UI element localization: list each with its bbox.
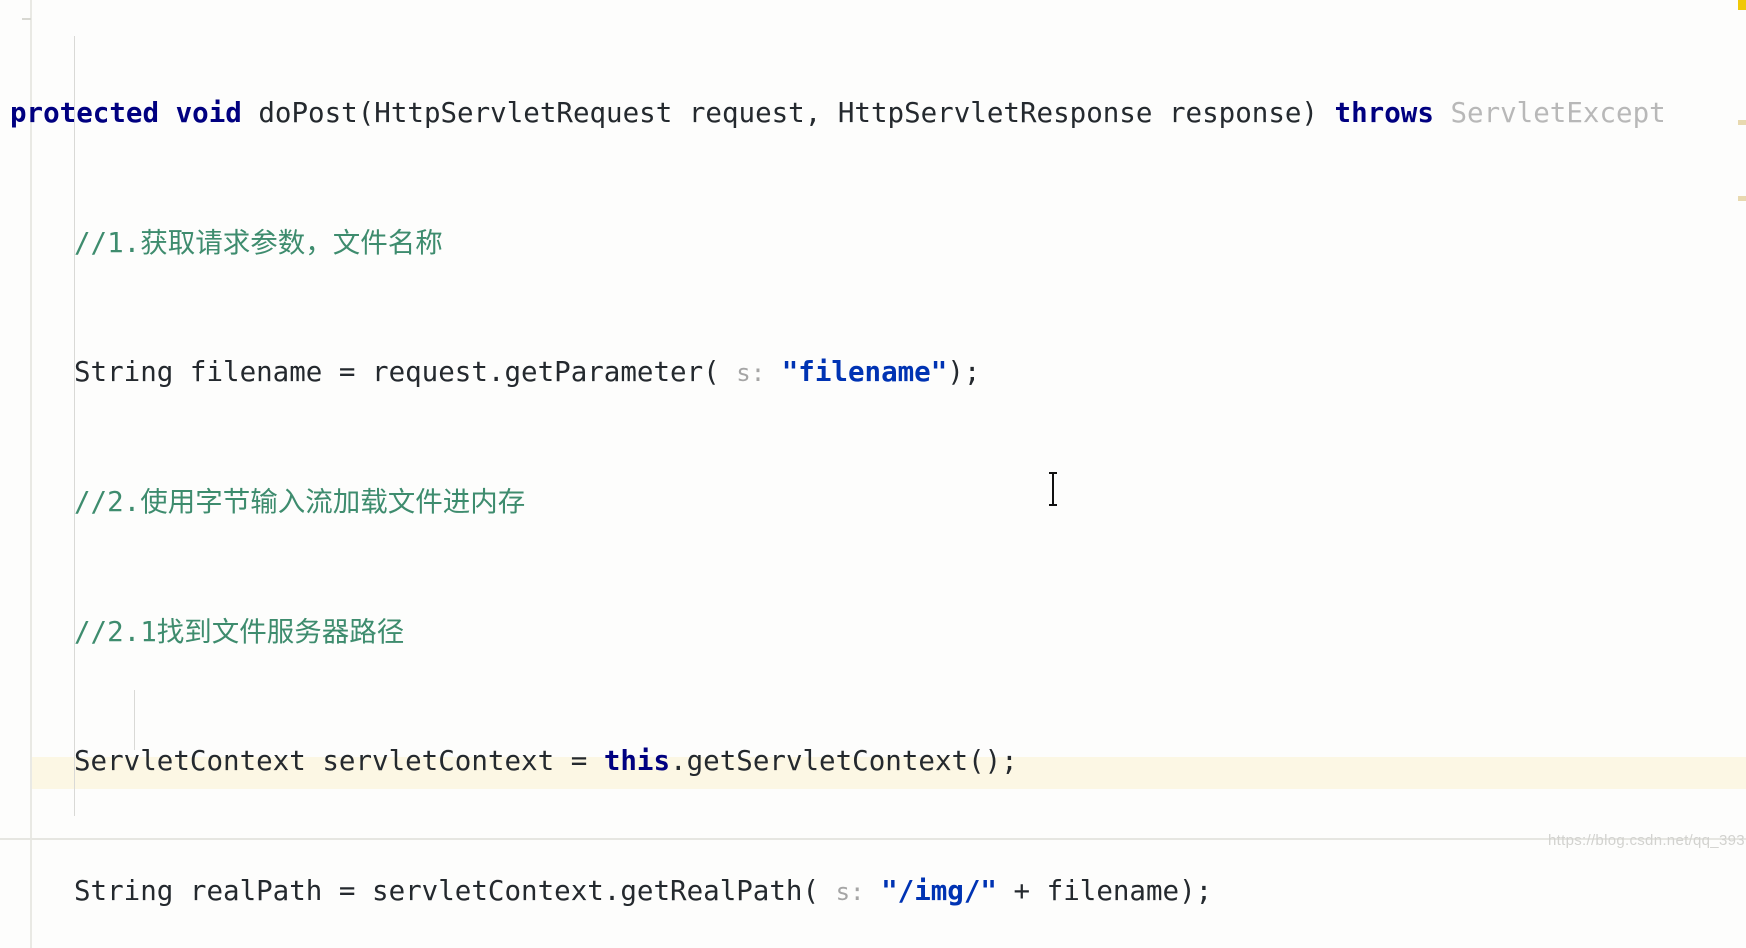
- string-literal: "filename": [781, 356, 948, 389]
- code-line[interactable]: ServletContext servletContext = this.get…: [0, 745, 1666, 777]
- code-line[interactable]: String filename = request.getParameter( …: [0, 356, 1666, 388]
- string-literal: "/img/": [881, 874, 997, 907]
- code-line[interactable]: //1.获取请求参数，文件名称: [0, 227, 1666, 259]
- code-line[interactable]: //2.1找到文件服务器路径: [0, 616, 1666, 648]
- code-editor[interactable]: protected void doPost(HttpServletRequest…: [0, 0, 1746, 948]
- space-4: [1434, 97, 1451, 129]
- comment-step-2: //2.使用字节输入流加载文件进内存: [74, 486, 526, 519]
- statement-tail: );: [947, 356, 981, 389]
- code-line[interactable]: //2.使用字节输入流加载文件进内存: [0, 486, 1666, 518]
- statement-tail: + filename);: [996, 874, 1213, 907]
- code-line[interactable]: protected void doPost(HttpServletRequest…: [0, 97, 1666, 129]
- error-stripe-mark[interactable]: [1738, 120, 1746, 125]
- comment-step-2-1: //2.1找到文件服务器路径: [74, 615, 405, 648]
- parameter-hint: s:: [835, 877, 865, 906]
- blog-watermark: https://blog.csdn.net/qq_39314972: [1548, 832, 1746, 849]
- comment-step-1: //1.获取请求参数，文件名称: [74, 226, 443, 259]
- space-2: [242, 97, 259, 129]
- keyword-void: void: [175, 97, 242, 130]
- statement-realpath: String realPath = servletContext.getReal…: [74, 874, 820, 907]
- parameter-hint: s:: [736, 359, 766, 388]
- statement-filename: String filename = request.getParameter(: [74, 356, 720, 389]
- mouse-text-cursor-icon: [1049, 472, 1057, 506]
- error-stripe-warning[interactable]: [1738, 0, 1746, 10]
- code-line[interactable]: String realPath = servletContext.getReal…: [0, 875, 1666, 907]
- keyword-protected: protected: [10, 97, 160, 130]
- keyword-throws: throws: [1334, 97, 1434, 130]
- statement-servletcontext: ServletContext servletContext =: [74, 745, 604, 778]
- space-1: [159, 97, 176, 129]
- error-stripe-mark[interactable]: [1738, 196, 1746, 201]
- space-3: [1318, 97, 1335, 129]
- keyword-this: this: [603, 745, 671, 778]
- code-content[interactable]: protected void doPost(HttpServletRequest…: [0, 0, 1666, 948]
- exception-type-truncated: ServletExcept: [1450, 97, 1666, 130]
- statement-tail: .getServletContext();: [670, 745, 1018, 778]
- method-signature: doPost(HttpServletRequest request, HttpS…: [258, 97, 1318, 130]
- editor-bottom-divider: [0, 838, 1746, 840]
